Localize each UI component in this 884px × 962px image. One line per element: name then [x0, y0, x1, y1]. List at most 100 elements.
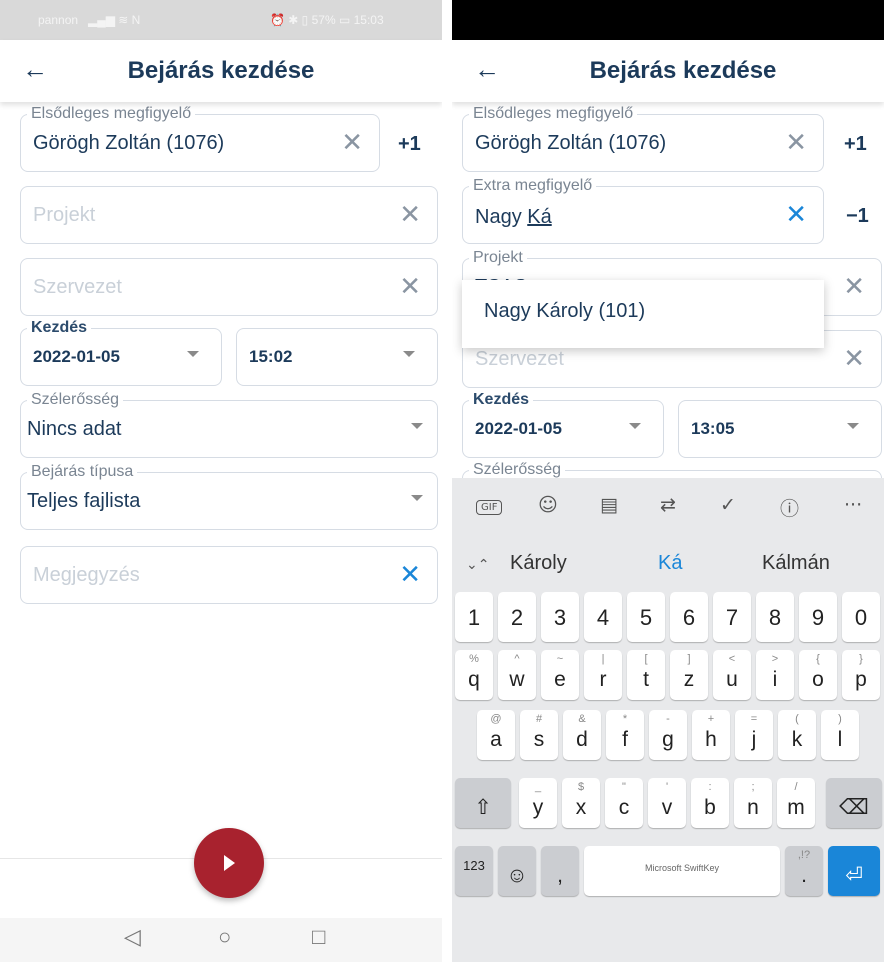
clipboard-icon[interactable]: ▤: [600, 494, 618, 516]
primary-observer-label: Elsődleges megfigyelő: [469, 105, 638, 123]
enter-key[interactable]: ⏎: [828, 846, 880, 896]
key-label: 5: [639, 605, 653, 630]
clear-icon[interactable]: ✕: [399, 199, 421, 229]
key-u[interactable]: < u: [713, 650, 751, 700]
key-sub-label: +: [707, 713, 715, 725]
key-e[interactable]: ~ e: [541, 650, 579, 700]
key-7[interactable]: 7: [713, 592, 751, 642]
space-key[interactable]: Microsoft SwiftKey: [584, 846, 780, 896]
gif-icon[interactable]: GIF: [476, 500, 503, 515]
key-c[interactable]: " c: [605, 778, 643, 828]
add-observer-button[interactable]: +1: [844, 133, 867, 156]
screen-divider: [442, 0, 452, 962]
primary-observer-field[interactable]: Elsődleges megfigyelő Görögh Zoltán (107…: [20, 105, 380, 172]
key-p[interactable]: } p: [842, 650, 880, 700]
key-d[interactable]: & d: [563, 710, 601, 760]
key-0[interactable]: 0: [842, 592, 880, 642]
organization-field[interactable]: Szervezet ✕: [20, 258, 438, 316]
key-label: ⌫: [839, 796, 869, 819]
keyboard-toolbar: GIF ☺ ▤ ⇄ ✓ ⓘ ···: [452, 478, 884, 534]
key-s[interactable]: # s: [520, 710, 558, 760]
start-time-field[interactable]: 13:05: [678, 400, 882, 458]
key-sub-label: ): [838, 713, 842, 725]
key-5[interactable]: 5: [627, 592, 665, 642]
clear-icon[interactable]: ✕: [785, 127, 807, 157]
comma-key[interactable]: ,: [541, 846, 579, 896]
suggestion-middle[interactable]: Ká: [658, 552, 682, 575]
key-label: 2: [510, 605, 524, 630]
more-icon[interactable]: ···: [844, 494, 862, 516]
check-icon[interactable]: ✓: [720, 494, 736, 516]
project-field[interactable]: Projekt ✕: [20, 186, 438, 244]
collapse-icon[interactable]: ⌄⌃: [466, 556, 489, 573]
key-label: 4: [596, 605, 610, 630]
key-3[interactable]: 3: [541, 592, 579, 642]
translate-icon[interactable]: ⇄: [660, 494, 676, 516]
start-date-field[interactable]: Kezdés 2022-01-05: [20, 319, 222, 386]
key-8[interactable]: 8: [756, 592, 794, 642]
note-field[interactable]: Megjegyzés ✕: [20, 546, 438, 604]
clear-icon[interactable]: ✕: [785, 199, 807, 229]
key-k[interactable]: (k: [778, 710, 816, 760]
key-m[interactable]: / m: [777, 778, 815, 828]
survey-type-field[interactable]: Bejárás típusa Teljes fajlista: [20, 463, 438, 530]
key-label: i: [772, 668, 778, 691]
suggestion-left[interactable]: Károly: [510, 552, 567, 575]
key-2[interactable]: 2: [498, 592, 536, 642]
key-f[interactable]: * f: [606, 710, 644, 760]
start-date-field[interactable]: Kezdés 2022-01-05: [462, 391, 664, 458]
key-1[interactable]: 1: [455, 592, 493, 642]
start-time-value: 15:02: [249, 347, 293, 366]
emoji-key[interactable]: ☺: [498, 846, 536, 896]
symbols-key[interactable]: 123: [455, 846, 493, 896]
nav-back-icon[interactable]: ◁: [124, 924, 141, 950]
shift-key[interactable]: ⇧: [455, 778, 511, 828]
period-key[interactable]: ,!?.: [785, 846, 823, 896]
key-a[interactable]: @ a: [477, 710, 515, 760]
key-j[interactable]: = j: [735, 710, 773, 760]
key-q[interactable]: % q: [455, 650, 493, 700]
key-r[interactable]: | r: [584, 650, 622, 700]
clear-icon[interactable]: ✕: [843, 271, 865, 301]
key-z[interactable]: ] z: [670, 650, 708, 700]
suggestion-right[interactable]: Kálmán: [762, 552, 830, 575]
sticker-icon[interactable]: ☺: [538, 494, 558, 516]
clear-icon[interactable]: ✕: [399, 271, 421, 301]
wind-field[interactable]: Szélerősség Nincs adat: [20, 391, 438, 458]
key-sub-label: -: [666, 713, 670, 725]
key-4[interactable]: 4: [584, 592, 622, 642]
key-9[interactable]: 9: [799, 592, 837, 642]
nav-recent-icon[interactable]: □: [312, 924, 325, 950]
extra-observer-field[interactable]: Extra megfigyelő Nagy Ká ✕: [462, 177, 824, 244]
key-i[interactable]: > i: [756, 650, 794, 700]
key-g[interactable]: -g: [649, 710, 687, 760]
key-t[interactable]: [t: [627, 650, 665, 700]
chevron-down-icon: [847, 423, 859, 429]
autocomplete-option[interactable]: Nagy Károly (101): [484, 300, 645, 323]
survey-type-label: Bejárás típusa: [27, 463, 138, 481]
key-w[interactable]: ^ w: [498, 650, 536, 700]
clear-icon[interactable]: ✕: [399, 559, 421, 589]
key-o[interactable]: {o: [799, 650, 837, 700]
nav-home-icon[interactable]: ○: [218, 924, 231, 950]
remove-observer-button[interactable]: −1: [846, 205, 869, 228]
info-icon[interactable]: ⓘ: [780, 494, 799, 521]
primary-observer-field[interactable]: Elsődleges megfigyelő Görögh Zoltán (107…: [462, 105, 824, 172]
start-button[interactable]: [194, 828, 264, 898]
extra-observer-input[interactable]: Nagy Ká: [475, 205, 552, 229]
key-x[interactable]: $ x: [562, 778, 600, 828]
key-y[interactable]: _ y: [519, 778, 557, 828]
key-n[interactable]: ; n: [734, 778, 772, 828]
key-l[interactable]: ) l: [821, 710, 859, 760]
status-bar: [452, 0, 884, 40]
start-time-field[interactable]: 15:02: [236, 328, 438, 386]
signal-icons: ▂▄▆ ≋ N: [88, 13, 141, 27]
clear-icon[interactable]: ✕: [843, 343, 865, 373]
add-observer-button[interactable]: +1: [398, 133, 421, 156]
clear-icon[interactable]: ✕: [341, 127, 363, 157]
key-h[interactable]: + h: [692, 710, 730, 760]
key-6[interactable]: 6: [670, 592, 708, 642]
backspace-key[interactable]: ⌫: [826, 778, 882, 828]
key-b[interactable]: :b: [691, 778, 729, 828]
key-v[interactable]: ' v: [648, 778, 686, 828]
